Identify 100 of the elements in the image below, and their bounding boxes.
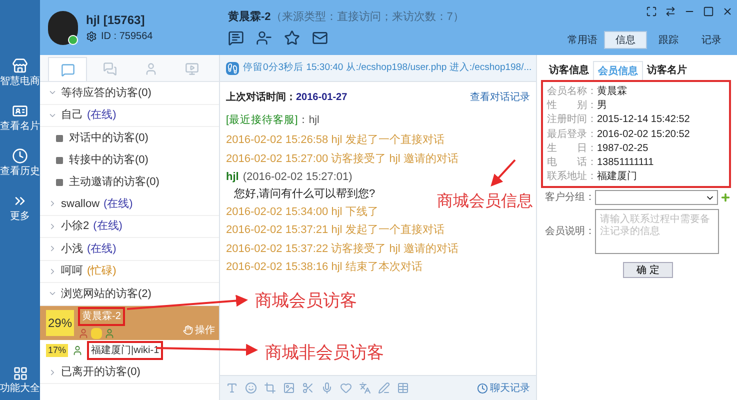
header-tab[interactable]: 跟踪 xyxy=(647,31,690,49)
confirm-button[interactable]: 确 定 xyxy=(623,262,673,278)
caret-icon[interactable] xyxy=(48,222,57,231)
group-label[interactable]: 浏览网站的访客(2) xyxy=(61,286,152,302)
heart-icon[interactable] xyxy=(340,382,352,394)
percent-badge: 29% xyxy=(46,310,74,336)
star-icon[interactable] xyxy=(284,30,300,46)
caret-icon[interactable] xyxy=(48,199,57,208)
group-label[interactable]: 呵呵 xyxy=(61,263,83,280)
event-line: 2016-02-02 15:26:58 hjl 发起了一个直接对话 xyxy=(226,132,446,148)
field-value: 2016-02-02 15:20:52 xyxy=(597,128,690,142)
image-icon[interactable] xyxy=(283,382,295,394)
pen-icon[interactable] xyxy=(378,382,390,394)
field-label: 会员名称： xyxy=(547,84,597,99)
status-label: (在线) xyxy=(87,108,116,123)
rail-button[interactable]: 更多 xyxy=(10,193,30,224)
visit-info: 停留0分3秒后 15:30:40 从:/ecshop198/user.php 进入:/ecshop198/... xyxy=(243,60,532,75)
field-label: 性 别： xyxy=(547,98,597,113)
swap-icon[interactable] xyxy=(665,6,676,17)
user-icon xyxy=(72,345,84,356)
caret-icon[interactable] xyxy=(48,244,57,254)
message-time: (2016-02-02 15:27:01) xyxy=(242,170,352,185)
visitor-row[interactable]: 29% 黄晨霖-2 操作 xyxy=(40,306,219,340)
scissors-icon[interactable] xyxy=(302,382,314,394)
caret-icon[interactable] xyxy=(48,368,57,377)
info-tab[interactable]: 访客名片 xyxy=(643,61,691,80)
remove-user-icon[interactable] xyxy=(256,30,272,46)
user-icon xyxy=(78,328,90,338)
avatar-drawing xyxy=(48,10,78,44)
header-tab[interactable]: 信息 xyxy=(604,31,647,49)
note-field[interactable]: 请输入联系过程中需要备注记录的信息 xyxy=(595,209,719,254)
recent-agent-name: ：hjl xyxy=(298,113,320,128)
user-icon xyxy=(104,328,116,338)
group-label[interactable]: 等待应答的访客(0) xyxy=(61,84,152,101)
status-label: (在线) xyxy=(104,196,133,212)
field-value: 男 xyxy=(597,98,607,113)
caret-icon[interactable] xyxy=(48,266,57,276)
group-label[interactable]: 转接中的访客(0) xyxy=(69,152,148,168)
list-tab[interactable] xyxy=(48,57,88,81)
event-line: 2016-02-02 15:37:22 访客接受了 hjl 邀请的对话 xyxy=(226,242,460,256)
group-label[interactable]: swallow xyxy=(61,196,100,212)
field-label: 注册时间： xyxy=(547,112,597,128)
field-label: 客户分组： xyxy=(544,190,595,206)
visitor-name: 黄晨霖-2 xyxy=(78,306,125,326)
chat-icon xyxy=(60,62,75,76)
maximize-icon[interactable] xyxy=(703,6,714,17)
field-value: 黄晨霖 xyxy=(597,84,627,99)
font-icon[interactable] xyxy=(226,382,238,394)
smiley-icon[interactable] xyxy=(245,382,257,394)
visitor-row[interactable]: 17% 福建厦门|wiki-1 xyxy=(40,340,219,362)
rail-button[interactable]: 查看名片 xyxy=(0,103,40,134)
rail-button[interactable]: 功能大全 xyxy=(0,366,40,396)
group-select[interactable] xyxy=(595,190,718,206)
event-line: 2016-02-02 15:34:00 hjl 下线了 xyxy=(226,204,380,220)
visitor-title: 黄晨霖-2 xyxy=(228,10,271,25)
annotation-label: 商城会员信息 xyxy=(437,192,533,212)
group-label[interactable]: 主动邀请的访客(0) xyxy=(69,174,160,190)
close-icon[interactable] xyxy=(722,6,733,17)
chat-history-button[interactable]: 聊天记录 xyxy=(477,380,530,396)
field-label: 会员说明： xyxy=(544,225,595,240)
header-tab[interactable]: 记录 xyxy=(690,31,733,49)
group-label[interactable]: 对话中的访客(0) xyxy=(69,130,148,146)
group-label[interactable]: 自己 xyxy=(61,107,83,124)
last-chat-date: 2016-01-27 xyxy=(296,91,348,105)
rail-button[interactable]: 智慧电商 xyxy=(0,58,40,89)
message-text: 您好,请问有什么可以帮到您? xyxy=(234,186,376,202)
field-value: 1987-02-25 xyxy=(597,142,648,156)
agent-id: ID : 759564 xyxy=(101,30,153,44)
field-value: 2015-12-14 15:42:52 xyxy=(597,113,690,128)
field-label: 联系地址： xyxy=(547,170,597,184)
table-icon[interactable] xyxy=(397,382,409,394)
history-link[interactable]: 查看对话记录 xyxy=(470,90,530,105)
arrow xyxy=(490,159,516,186)
field-label: 生 日： xyxy=(547,142,597,156)
translate-icon[interactable] xyxy=(359,382,371,394)
video-icon xyxy=(185,62,200,76)
chat-icon[interactable] xyxy=(228,30,244,46)
screenshot-icon[interactable] xyxy=(264,382,276,394)
group-label[interactable]: 小徐2 xyxy=(61,218,90,234)
annotation-label: 商城会员访客 xyxy=(255,290,357,312)
clock-icon xyxy=(477,382,488,394)
history-icon xyxy=(12,148,28,164)
header-tab[interactable]: 常用语 xyxy=(561,31,604,49)
field-value: 13851111111 xyxy=(597,156,654,170)
info-tab[interactable]: 访客信息 xyxy=(545,61,593,80)
group-label[interactable]: 已离开的访客(0) xyxy=(61,364,140,380)
rail-button[interactable]: 查看历史 xyxy=(0,148,40,179)
fullscreen-icon[interactable] xyxy=(646,6,657,17)
mail-icon[interactable] xyxy=(312,30,328,46)
group-label[interactable]: 小浅 xyxy=(61,240,83,257)
footprint-icon xyxy=(226,62,239,74)
field-value: 福建厦门 xyxy=(597,170,637,184)
field-label: 电 话： xyxy=(547,156,597,170)
microphone-icon[interactable] xyxy=(321,382,333,394)
event-line: 2016-02-02 15:38:16 hjl 结束了本次对话 xyxy=(226,260,424,275)
last-chat-label: 上次对话时间： xyxy=(226,90,296,105)
status-label: (在线) xyxy=(87,242,116,256)
add-icon[interactable] xyxy=(720,192,731,204)
settings-icon[interactable] xyxy=(86,31,97,42)
agent-name: hjl [15763] xyxy=(86,12,146,29)
